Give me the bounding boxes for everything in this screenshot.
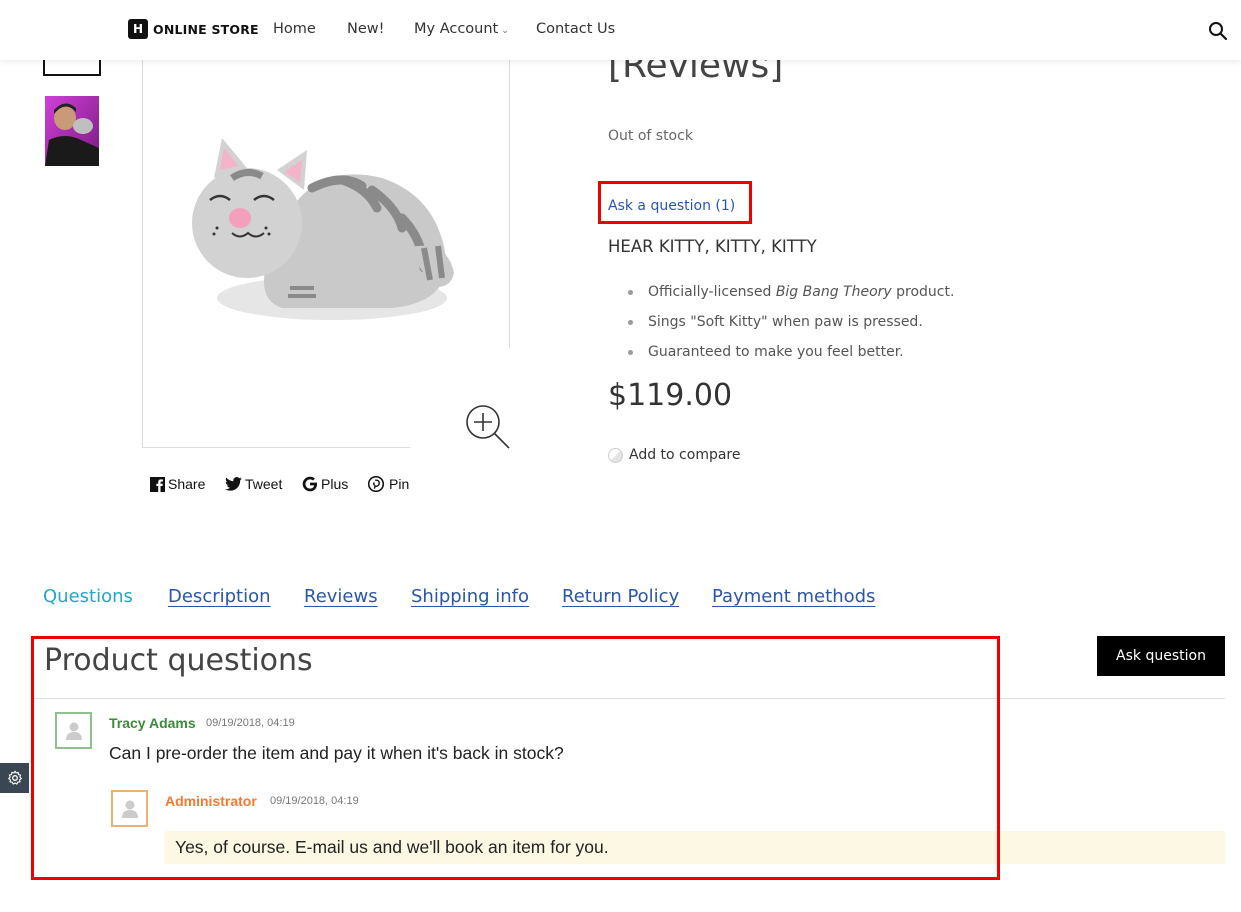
feature-item: Sings "Soft Kitty" when paw is pressed. (628, 307, 954, 337)
compare-checkbox-icon (608, 447, 623, 463)
nav-home[interactable]: Home (273, 21, 316, 37)
tab-return-policy[interactable]: Return Policy (562, 586, 679, 607)
pinterest-icon (368, 476, 384, 492)
feature-text-suffix: product. (891, 284, 955, 300)
thumbnail-person-photo[interactable] (45, 96, 99, 166)
share-pinterest-button[interactable]: Pin (368, 476, 409, 492)
share-google-plus-button[interactable]: Plus (302, 476, 348, 492)
feature-text-prefix: Officially-licensed (648, 284, 776, 300)
tab-shipping-info[interactable]: Shipping info (411, 586, 529, 607)
tab-description[interactable]: Description (168, 586, 271, 607)
logo-text: ONLINE STORE (153, 21, 259, 37)
main-image-border (509, 60, 510, 348)
chevron-down-icon: ⌄ (501, 26, 509, 36)
ask-question-link[interactable]: Ask a question (1) (608, 198, 735, 214)
nav-my-account[interactable]: My Account ⌄ (414, 21, 509, 37)
search-icon[interactable] (1208, 21, 1228, 41)
tab-questions[interactable]: Questions (43, 586, 133, 607)
ask-question-button[interactable]: Ask question (1097, 636, 1225, 676)
zoom-in-icon[interactable] (463, 402, 513, 452)
store-logo[interactable]: H ONLINE STORE (128, 19, 259, 39)
share-pinterest-label: Pin (389, 476, 410, 492)
google-icon (302, 476, 317, 492)
thumbnail-selected[interactable] (43, 60, 101, 76)
nav-new[interactable]: New! (347, 21, 384, 37)
share-twitter-button[interactable]: Tweet (225, 476, 282, 492)
settings-panel-toggle[interactable] (0, 763, 29, 793)
feature-italic-title: Big Bang Theory (775, 284, 892, 300)
tab-payment-methods[interactable]: Payment methods (712, 586, 875, 607)
share-facebook-label: Share (168, 476, 206, 492)
nav-my-account-label: My Account (414, 21, 499, 37)
product-features: Officially-licensed Big Bang Theory prod… (628, 277, 954, 367)
product-price: $119.00 (608, 378, 733, 413)
facebook-icon (150, 476, 165, 492)
site-header: H ONLINE STORE Home New! My Account ⌄ Con… (0, 0, 1241, 60)
tab-reviews[interactable]: Reviews (304, 586, 378, 607)
stock-status: Out of stock (608, 128, 693, 144)
share-twitter-label: Tweet (245, 476, 283, 492)
gear-icon (7, 770, 22, 785)
nav-contact-us[interactable]: Contact Us (536, 21, 615, 37)
logo-mark-icon: H (128, 19, 148, 39)
add-to-compare-label: Add to compare (629, 447, 741, 463)
share-google-plus-label: Plus (321, 476, 349, 492)
add-to-compare-button[interactable]: Add to compare (608, 447, 741, 463)
share-facebook-button[interactable]: Share (150, 476, 205, 492)
product-image-soft-kitty[interactable] (192, 118, 462, 333)
product-tagline: HEAR KITTY, KITTY, KITTY (608, 237, 817, 256)
twitter-icon (225, 477, 242, 491)
feature-item: Guaranteed to make you feel better. (628, 337, 954, 367)
highlight-box-questions (31, 636, 1000, 880)
feature-item: Officially-licensed Big Bang Theory prod… (628, 277, 954, 307)
